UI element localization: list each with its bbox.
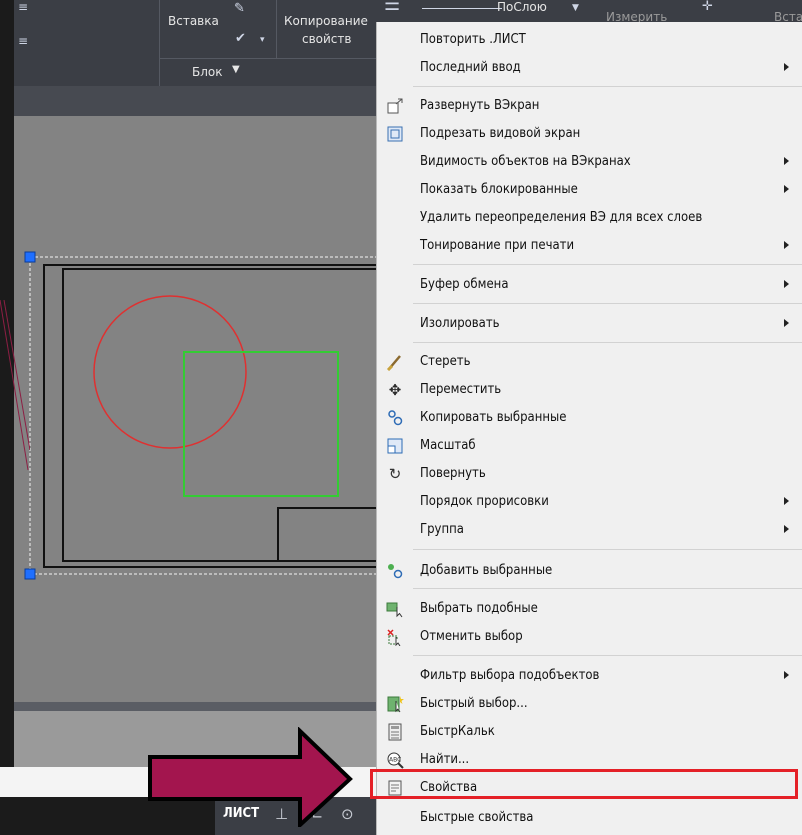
- copy-properties-button-line2[interactable]: свойств: [302, 32, 351, 46]
- add-selected-icon: [386, 562, 404, 580]
- menu-item-deselect[interactable]: Отменить выбор: [377, 623, 802, 651]
- viewport-selection-frame: [29, 256, 376, 575]
- menu-item-erase[interactable]: Стереть: [377, 348, 802, 376]
- submenu-arrow-icon: [784, 319, 789, 327]
- menu-item-draw-order[interactable]: Порядок прорисовки: [377, 488, 802, 516]
- layer-dropdown[interactable]: ПоСлою: [497, 0, 547, 14]
- submenu-arrow-icon: [784, 525, 789, 533]
- submenu-arrow-icon: [784, 63, 789, 71]
- quick-select-icon: [386, 695, 404, 713]
- menu-item-quickcalc[interactable]: БыстрКальк: [377, 718, 802, 746]
- menu-item-clip-viewport[interactable]: Подрезать видовой экран: [377, 120, 802, 148]
- layer-tool-icon-2[interactable]: ≡: [18, 34, 28, 48]
- svg-text:ABC: ABC: [389, 757, 401, 764]
- copy-icon: [386, 409, 404, 427]
- grip-handle-top-left: [24, 251, 36, 263]
- decorative-lines: [0, 300, 30, 471]
- submenu-arrow-icon: [784, 241, 789, 249]
- file-tabs-strip: [14, 86, 376, 116]
- green-rectangle: [183, 351, 339, 497]
- block-panel-label[interactable]: Блок: [192, 65, 223, 79]
- drawing-canvas[interactable]: [14, 116, 376, 702]
- block-panel-footer[interactable]: Блок ▼: [160, 58, 390, 87]
- layout-tabs-bar: [14, 702, 376, 711]
- red-circle: [93, 295, 247, 449]
- menu-item-rotate[interactable]: ↻ Повернуть: [377, 460, 802, 488]
- menu-item-quick-select[interactable]: Быстрый выбор...: [377, 690, 802, 718]
- menu-item-repeat-sheet[interactable]: Повторить .ЛИСТ: [377, 26, 802, 54]
- edit-attribute-icon[interactable]: ✎: [234, 2, 245, 15]
- menu-item-shade-plot[interactable]: Тонирование при печати: [377, 232, 802, 260]
- menu-item-clipboard[interactable]: Буфер обмена: [377, 271, 802, 299]
- linetype-preview: [422, 8, 502, 9]
- menu-item-subobject-filter[interactable]: Фильтр выбора подобъектов: [377, 662, 802, 690]
- calculator-icon: [386, 723, 404, 741]
- submenu-arrow-icon: [784, 185, 789, 193]
- grip-handle-bottom-left: [24, 568, 36, 580]
- submenu-arrow-icon: [784, 280, 789, 288]
- rotate-icon: ↻: [388, 465, 402, 483]
- menu-item-scale[interactable]: Масштаб: [377, 432, 802, 460]
- menu-item-move[interactable]: ✥ Переместить: [377, 376, 802, 404]
- menu-item-remove-vp-overrides[interactable]: Удалить переопределения ВЭ для всех слое…: [377, 204, 802, 232]
- properties-highlight-frame: [370, 769, 798, 799]
- deselect-icon: [386, 628, 404, 647]
- menu-item-add-selected[interactable]: Добавить выбранные: [377, 557, 802, 585]
- drawing-frame-outer: [43, 264, 376, 568]
- maximize-viewport-icon: [386, 97, 404, 115]
- crosshair-icon[interactable]: ✛: [702, 0, 713, 13]
- context-menu: Повторить .ЛИСТ Последний ввод Развернут…: [376, 22, 802, 835]
- menu-item-group[interactable]: Группа: [377, 516, 802, 544]
- block-editor-icon[interactable]: ✔: [235, 32, 246, 45]
- menu-item-select-similar[interactable]: Выбрать подобные: [377, 595, 802, 623]
- menu-item-quick-properties[interactable]: Быстрые свойства: [377, 804, 802, 832]
- menu-item-copy-selected[interactable]: Копировать выбранные: [377, 404, 802, 432]
- title-block: [277, 507, 376, 561]
- menu-item-viewport-object-visibility[interactable]: Видимость объектов на ВЭкранах: [377, 148, 802, 176]
- select-similar-icon: [386, 600, 404, 618]
- submenu-arrow-icon: [784, 671, 789, 679]
- annotation-arrow: [148, 727, 353, 827]
- menu-item-show-locked[interactable]: Показать блокированные: [377, 176, 802, 204]
- scale-icon: [386, 437, 404, 455]
- move-icon: ✥: [388, 381, 402, 399]
- copy-properties-button[interactable]: Копирование: [284, 14, 368, 28]
- clip-viewport-icon: [386, 125, 404, 143]
- submenu-arrow-icon: [784, 157, 789, 165]
- menu-item-recent-input[interactable]: Последний ввод: [377, 54, 802, 82]
- submenu-arrow-icon: [784, 497, 789, 505]
- drawing-frame-inner: [62, 268, 376, 562]
- chevron-down-icon[interactable]: ▾: [260, 34, 265, 47]
- insert-button[interactable]: Вставка: [168, 14, 219, 28]
- chevron-down-icon[interactable]: ▼: [572, 2, 579, 15]
- erase-icon: [386, 353, 404, 372]
- list-icon[interactable]: ☰: [384, 0, 400, 14]
- chevron-down-icon[interactable]: ▼: [232, 64, 240, 75]
- menu-item-isolate[interactable]: Изолировать: [377, 310, 802, 338]
- layer-tool-icon[interactable]: ≡: [18, 0, 28, 14]
- find-icon: ABC: [386, 751, 404, 769]
- menu-item-maximize-viewport[interactable]: Развернуть ВЭкран: [377, 92, 802, 120]
- drawing-svg: [24, 251, 376, 580]
